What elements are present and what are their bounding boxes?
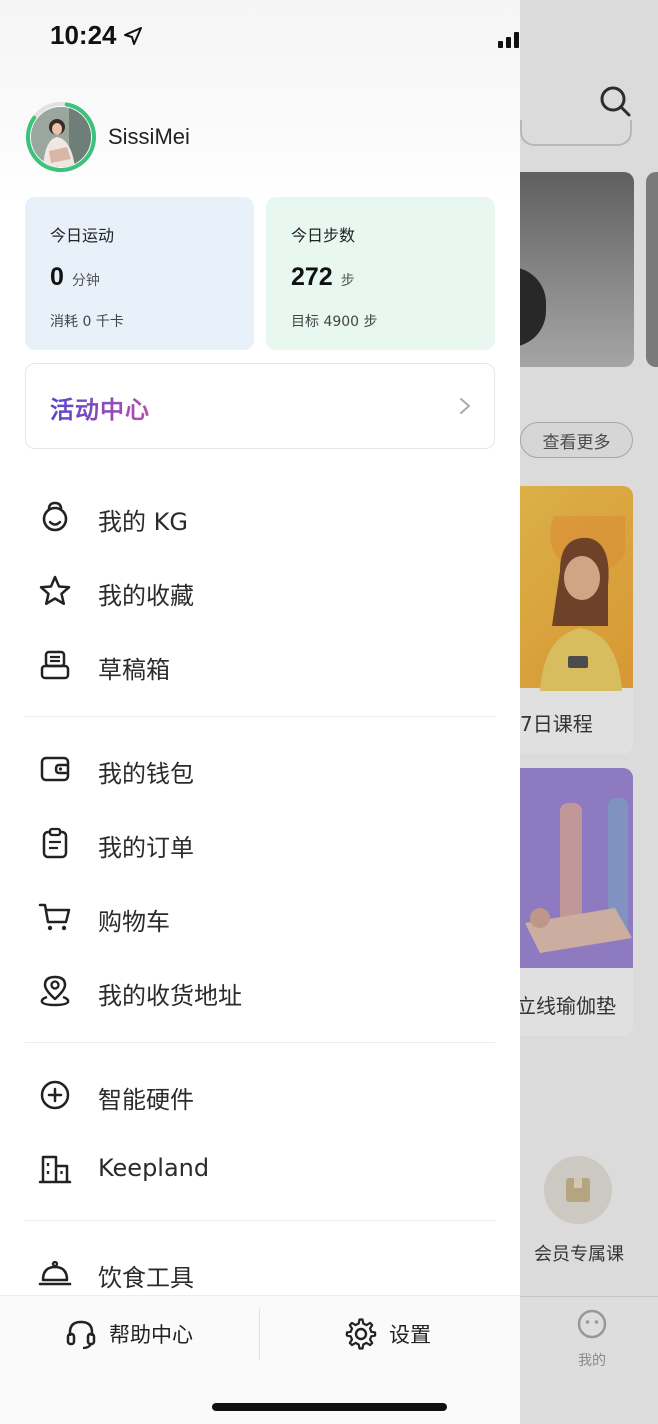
today-exercise-unit: 分钟 — [71, 273, 100, 289]
settings-button[interactable]: 设置 — [345, 1314, 431, 1354]
menu-label-cart: 购物车 — [98, 908, 170, 936]
username[interactable]: SissiMei — [108, 124, 190, 150]
food-cloche-icon — [38, 1260, 72, 1286]
menu-item-smart-hardware[interactable]: 智能硬件 — [0, 1064, 520, 1124]
draft-box-icon — [40, 650, 70, 680]
menu-label-orders: 我的订单 — [98, 834, 194, 862]
today-steps-value: 272 — [291, 263, 333, 291]
menu-divider — [25, 1042, 495, 1043]
today-steps-goal: 目标 4900 步 — [291, 314, 378, 330]
today-exercise-title: 今日运动 — [50, 226, 115, 245]
signal-icon — [498, 32, 519, 48]
chevron-right-icon — [460, 398, 470, 414]
avatar-image — [31, 107, 91, 167]
status-bar-time: 10:24 — [50, 20, 143, 51]
menu-label-diet-tools: 饮食工具 — [98, 1264, 194, 1292]
menu-label-favorites: 我的收藏 — [98, 582, 194, 610]
menu-divider — [25, 1220, 495, 1221]
home-indicator[interactable] — [212, 1403, 447, 1411]
status-bar-icons — [498, 32, 519, 48]
clipboard-icon — [42, 827, 68, 859]
status-time-text: 10:24 — [50, 20, 117, 50]
today-exercise-card[interactable]: 今日运动 0 分钟 消耗 0 千卡 — [25, 197, 254, 350]
location-pin-icon — [40, 975, 70, 1007]
menu-item-drafts[interactable]: 草稿箱 — [0, 634, 520, 694]
today-exercise-value: 0 — [50, 263, 64, 291]
menu-item-favorites[interactable]: 我的收藏 — [0, 560, 520, 620]
today-steps-unit: 步 — [340, 273, 355, 289]
help-center-button[interactable]: 帮助中心 — [65, 1314, 193, 1354]
location-arrow-icon — [123, 26, 142, 45]
menu-label-address: 我的收货地址 — [98, 982, 242, 1010]
menu-label-smart-hardware: 智能硬件 — [98, 1086, 194, 1114]
wallet-icon — [40, 756, 70, 782]
cart-icon — [38, 903, 71, 931]
activity-center-title: 活动中心 — [50, 390, 150, 425]
star-icon — [39, 575, 71, 606]
menu-item-address[interactable]: 我的收货地址 — [0, 960, 520, 1020]
menu-label-drafts: 草稿箱 — [98, 656, 170, 684]
menu-item-diet-tools[interactable]: 饮食工具 — [0, 1242, 520, 1302]
today-steps-title: 今日步数 — [291, 226, 356, 245]
today-exercise-calories: 消耗 0 千卡 — [50, 314, 124, 330]
headset-icon — [66, 1320, 96, 1350]
side-drawer: 10:24 SissiMei 今日运动 0 分钟 消耗 0 千卡 今日步数 27… — [0, 0, 520, 1424]
gear-icon — [345, 1318, 377, 1350]
menu-divider — [25, 716, 495, 717]
settings-label: 设置 — [389, 1323, 431, 1347]
menu-label-keepland: Keepland — [98, 1154, 210, 1182]
menu-item-orders[interactable]: 我的订单 — [0, 812, 520, 872]
building-icon — [38, 1155, 72, 1184]
avatar[interactable] — [25, 101, 97, 173]
menu-item-keepland[interactable]: Keepland — [0, 1138, 520, 1198]
plus-circle-icon — [40, 1080, 70, 1110]
menu-item-cart[interactable]: 购物车 — [0, 886, 520, 946]
kettlebell-icon — [42, 501, 68, 532]
menu-item-wallet[interactable]: 我的钱包 — [0, 738, 520, 798]
menu-label-my-kg: 我的 KG — [98, 508, 188, 536]
bottom-bar-separator — [259, 1308, 260, 1360]
help-center-label: 帮助中心 — [109, 1323, 193, 1347]
activity-center-banner[interactable]: 活动中心 — [25, 363, 495, 449]
menu-label-wallet: 我的钱包 — [98, 760, 194, 788]
today-steps-card[interactable]: 今日步数 272 步 目标 4900 步 — [266, 197, 495, 350]
menu-item-my-kg[interactable]: 我的 KG — [0, 486, 520, 546]
